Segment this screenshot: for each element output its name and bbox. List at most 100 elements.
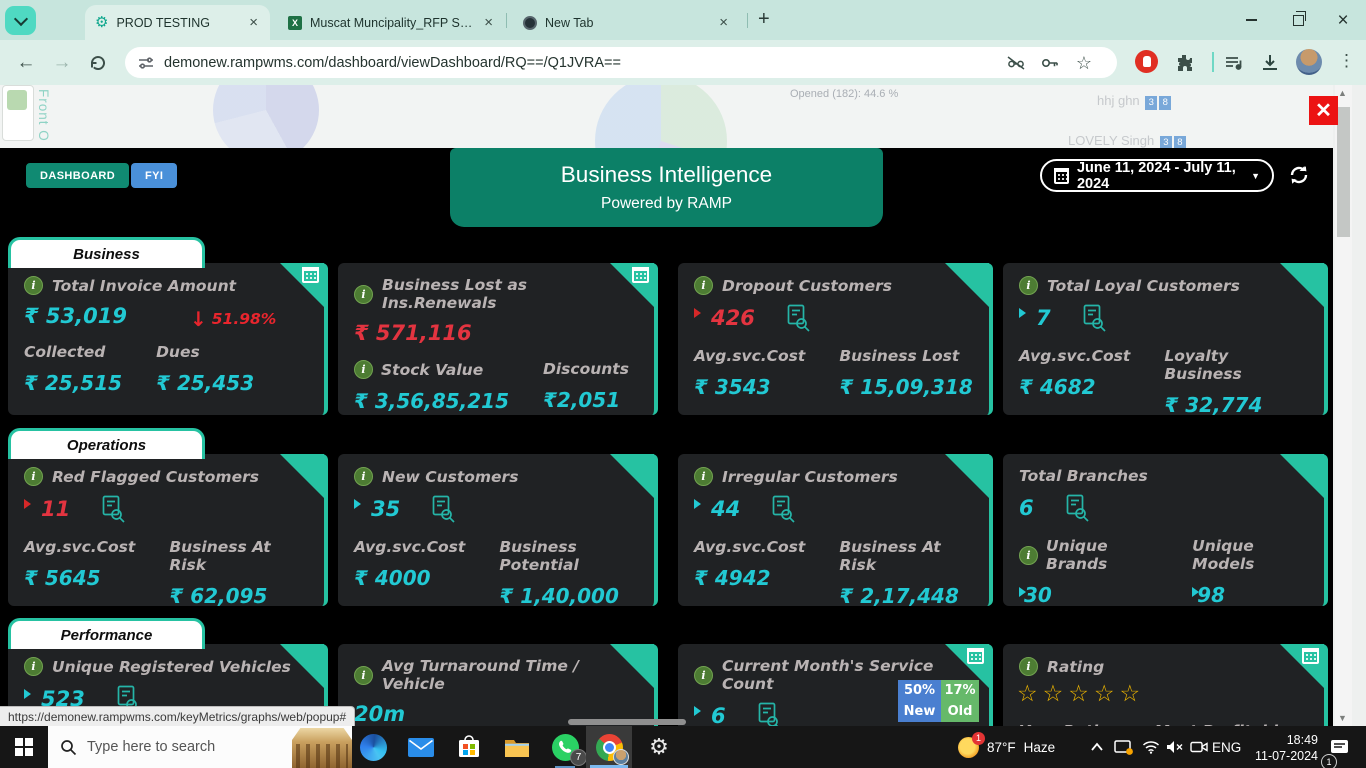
weather-widget[interactable]: 1 87°F Haze — [958, 726, 1055, 768]
scrollbar[interactable]: ▲ ▼ — [1333, 85, 1366, 726]
url-text[interactable]: demonew.rampwms.com/dashboard/viewDashbo… — [164, 55, 621, 71]
reload-icon — [89, 54, 107, 72]
horizontal-scrollbar-thumb[interactable] — [568, 719, 686, 725]
drilldown-report-icon[interactable] — [756, 702, 781, 726]
info-icon[interactable]: i — [694, 276, 713, 295]
taskbar-settings[interactable]: ⚙ — [636, 726, 682, 768]
taskbar-file-explorer[interactable] — [494, 726, 540, 768]
sub-metric-label: Business Potential — [499, 538, 638, 574]
bi-dashboard-modal: DASHBOARD FYI Business Intelligence Powe… — [0, 148, 1333, 726]
reload-button[interactable] — [86, 51, 110, 75]
card-corner-fold — [945, 454, 989, 498]
fyi-tab-button[interactable]: FYI — [131, 163, 177, 188]
info-icon[interactable]: i — [354, 666, 373, 685]
drilldown-report-icon[interactable] — [785, 304, 810, 332]
info-icon[interactable]: i — [24, 276, 43, 295]
extensions-puzzle-icon[interactable] — [1172, 51, 1196, 75]
drilldown-report-icon[interactable] — [1064, 494, 1089, 522]
dashboard-tab-button[interactable]: DASHBOARD — [26, 163, 129, 188]
window-restore-button[interactable] — [1275, 0, 1321, 40]
taskbar-mail[interactable] — [398, 726, 444, 768]
tab-close-icon[interactable]: × — [717, 15, 730, 30]
drilldown-report-icon[interactable] — [770, 495, 795, 523]
site-settings-icon[interactable] — [138, 55, 154, 71]
card-title: Dropout Customers — [722, 277, 892, 295]
browser-menu-icon[interactable]: ⋮ — [1338, 51, 1355, 71]
drilldown-report-icon[interactable] — [1081, 304, 1106, 332]
sub-metric-value: ₹ 3,56,85,215 — [354, 389, 509, 413]
taskbar-whatsapp[interactable]: 7 — [542, 726, 588, 768]
browser-tab-new-tab[interactable]: New Tab× — [513, 5, 740, 40]
downloads-icon[interactable] — [1258, 51, 1282, 75]
refresh-button[interactable] — [1288, 164, 1310, 186]
tray-chevron[interactable] — [1090, 726, 1104, 768]
info-icon[interactable]: i — [24, 657, 43, 676]
pie-chart-faded — [213, 85, 319, 148]
info-icon[interactable]: i — [24, 467, 43, 486]
profile-avatar[interactable] — [1296, 49, 1322, 75]
card-total-loyal-customers: iTotal Loyal Customers7Avg.svc.Cost₹ 468… — [1003, 263, 1328, 415]
date-range-picker[interactable]: June 11, 2024 - July 11, 2024 ▼ — [1040, 159, 1274, 192]
sub-metric-value: ₹ 15,09,318 — [839, 375, 973, 399]
taskbar-edge[interactable] — [350, 726, 396, 768]
store-icon — [457, 735, 481, 759]
password-key-icon[interactable] — [1037, 50, 1063, 76]
back-button[interactable]: ← — [14, 51, 38, 75]
calendar-icon[interactable] — [302, 267, 319, 283]
forward-button[interactable]: → — [50, 51, 74, 75]
tray-clock[interactable]: 18:49 11-07-2024 — [1246, 726, 1318, 768]
window-minimize-button[interactable] — [1228, 0, 1274, 40]
info-icon[interactable]: i — [694, 666, 713, 685]
scroll-down-icon[interactable]: ▼ — [1338, 713, 1347, 723]
start-button[interactable] — [0, 726, 48, 768]
calendar-icon[interactable] — [632, 267, 649, 283]
rating-stars[interactable]: ☆☆☆☆☆ — [1003, 676, 1324, 707]
scrollbar-thumb[interactable] — [1337, 107, 1350, 237]
language-label: ENG — [1212, 740, 1241, 755]
media-playlist-icon[interactable] — [1222, 51, 1246, 75]
address-bar[interactable]: demonew.rampwms.com/dashboard/viewDashbo… — [125, 47, 1117, 78]
tray-language[interactable]: ENG — [1212, 726, 1241, 768]
info-icon[interactable]: i — [1019, 657, 1038, 676]
tab-close-icon[interactable]: × — [247, 15, 260, 30]
card-header: iIrregular Customers — [678, 454, 989, 486]
window-close-button[interactable]: × — [1320, 0, 1366, 40]
browser-tab-muscat-muncipality-rfp-scope[interactable]: XMuscat Muncipality_RFP Scope_× — [278, 5, 505, 40]
tab-close-icon[interactable]: × — [482, 15, 495, 30]
drilldown-report-icon[interactable] — [430, 495, 455, 523]
search-icon — [60, 739, 77, 756]
adblock-extension-icon[interactable] — [1135, 50, 1158, 73]
info-icon[interactable]: i — [1019, 546, 1038, 565]
sub-metric-business-lost: Business Lost₹ 15,09,318 — [839, 347, 973, 399]
info-icon[interactable]: i — [1019, 276, 1038, 295]
calendar-icon[interactable] — [967, 648, 984, 664]
info-icon[interactable]: i — [354, 360, 373, 379]
card-sub-metrics: Avg.svc.Cost₹ 4942Business At Risk₹ 2,17… — [678, 523, 989, 608]
taskbar-store[interactable] — [446, 726, 492, 768]
drilldown-report-icon[interactable] — [100, 495, 125, 523]
new-tab-button[interactable]: + — [758, 8, 770, 31]
tray-wifi[interactable] — [1142, 726, 1160, 768]
tray-cast[interactable] — [1114, 726, 1133, 768]
marker-triangle-icon — [694, 499, 701, 509]
taskbar-chrome-active[interactable] — [586, 726, 632, 768]
marker-triangle-icon — [694, 308, 701, 318]
modal-close-button[interactable]: ✕ — [1309, 96, 1338, 125]
tray-notifications[interactable]: 1 — [1330, 726, 1366, 768]
info-icon[interactable]: i — [354, 467, 373, 486]
tray-meet-now[interactable] — [1190, 726, 1208, 768]
tab-search-button[interactable] — [5, 6, 36, 35]
calendar-icon[interactable] — [1302, 648, 1319, 664]
bookmark-star-icon[interactable]: ☆ — [1071, 50, 1097, 76]
scroll-up-icon[interactable]: ▲ — [1338, 88, 1347, 98]
info-icon[interactable]: i — [694, 467, 713, 486]
tray-volume-muted[interactable] — [1166, 726, 1184, 768]
sub-metric-value: ₹ 4682 — [1019, 375, 1130, 399]
card-corner-fold — [1280, 454, 1324, 498]
browser-tab-prod-testing[interactable]: ⚙PROD TESTING× — [85, 5, 270, 40]
search-highlight-image[interactable] — [292, 728, 352, 768]
sub-metric-avg-svc-cost: Avg.svc.Cost₹ 3543 — [694, 347, 805, 399]
info-icon[interactable]: i — [354, 285, 373, 304]
reading-mode-icon[interactable] — [1003, 50, 1029, 76]
gear-icon: ⚙ — [649, 734, 669, 760]
